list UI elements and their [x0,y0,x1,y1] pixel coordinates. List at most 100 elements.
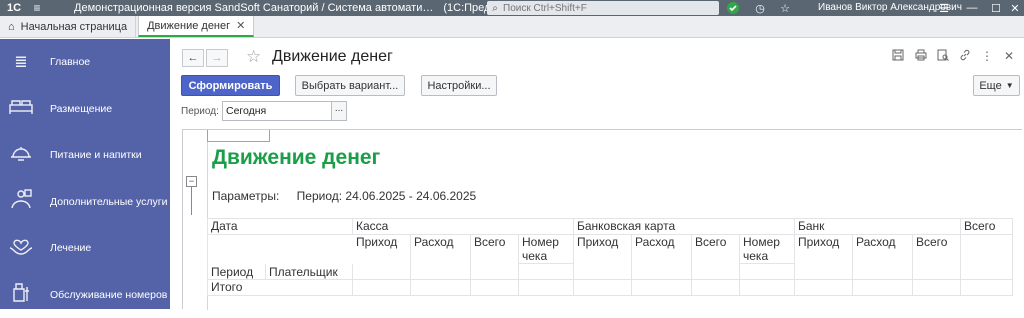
select-variant-button[interactable]: Выбрать вариант... [295,75,405,96]
settings-button[interactable]: Настройки... [421,75,497,96]
settings-menu-icon[interactable]: ☰ [935,0,953,16]
arrow-left-icon: ← [188,52,199,64]
app-logo: 1С [0,2,28,14]
more-actions-icon[interactable]: ⋮ [978,49,996,63]
group-bracket [191,187,192,215]
header-bank: Банк [795,219,961,235]
bed-icon [0,95,42,123]
header-cash-check-empty [519,264,574,280]
report-table: Дата Касса Банковская карта Банк Всего П… [207,218,1013,296]
cleaning-icon [0,281,42,309]
period-label: Период: [181,106,219,117]
header-card-check-empty [740,264,795,280]
header-card-expense: Расход [632,235,692,280]
header-cash-income: Приход [353,235,411,280]
header-card: Банковская карта [574,219,795,235]
notifications-icon[interactable] [724,0,742,16]
back-button[interactable]: ← [182,49,204,67]
favorites-star-icon[interactable]: ☆ [776,0,794,16]
header-bank-income: Приход [795,235,853,280]
table-cell [519,280,574,296]
header-bank-sum: Всего [913,235,961,280]
header-cash-expense: Расход [411,235,471,280]
window-title: Демонстрационная версия SandSoft Санатор… [74,2,433,14]
sidebar-item-label: Главное [50,56,90,68]
collapse-group-icon[interactable]: − [186,176,197,187]
table-cell [913,280,961,296]
form-title: Движение денег [272,48,393,66]
table-cell [795,280,853,296]
header-total: Всего [961,219,1013,235]
care-icon [0,234,42,262]
favorite-star-icon[interactable]: ☆ [246,47,261,67]
history-icon[interactable]: ◷ [751,0,769,16]
generate-button[interactable]: Сформировать [181,75,280,96]
close-icon[interactable]: ✕ [1006,0,1024,16]
sidebar-item-label: Обслуживание номеров [50,289,167,301]
forward-button[interactable]: → [206,49,228,67]
total-row: Итого [208,280,1013,296]
table-cell [853,280,913,296]
report-params: Параметры: Период: 24.06.2025 - 24.06.20… [212,189,476,203]
report-document[interactable]: − Движение денег Параметры: Период: 24.0… [182,129,1022,309]
header-period: Период [208,264,266,280]
header-cash-sum: Всего [471,235,519,280]
preview-icon[interactable] [934,49,952,64]
sidebar-item-label: Лечение [50,242,91,254]
more-label: Еще [979,80,1001,92]
search-input[interactable] [503,3,703,14]
tab-home[interactable]: ⌂ Начальная страница [0,16,136,37]
params-label: Параметры: [212,189,279,203]
close-tab-icon[interactable]: ✕ [236,19,245,32]
table-cell [632,280,692,296]
sidebar-item-food[interactable]: Питание и напитки [0,132,170,179]
sidebar-item-treatment[interactable]: Лечение [0,225,170,272]
table-cell [471,280,519,296]
maximize-icon[interactable]: ☐ [987,0,1005,16]
dish-icon [0,141,42,169]
tabs-bar: ⌂ Начальная страница Движение денег ✕ [0,16,1024,38]
sidebar-item-main[interactable]: ≣ Главное [0,39,170,86]
header-payer: Плательщик [266,264,353,280]
tab-label: Движение денег [147,20,230,32]
header-date: Дата [208,219,353,235]
minimize-icon[interactable]: — [963,0,981,16]
table-cell [740,280,795,296]
table-cell [961,280,1013,296]
period-field[interactable]: Сегодня [222,101,332,121]
close-form-icon[interactable]: ✕ [1000,49,1018,63]
sidebar-item-room-service[interactable]: Обслуживание номеров [0,272,170,318]
header-card-sum: Всего [692,235,740,280]
services-icon [0,188,42,216]
save-icon[interactable] [889,49,907,64]
link-icon[interactable] [956,49,974,64]
sidebar: ≣ Главное Размещение Питание и напитки Д… [0,39,170,309]
header-bank-expense: Расход [853,235,913,280]
header-card-income: Приход [574,235,632,280]
header-row-1: Дата Касса Банковская карта Банк Всего [208,219,1013,235]
sidebar-item-extra-services[interactable]: Дополнительные услуги [0,179,170,226]
header-total-empty [961,235,1013,280]
header-cash-check: Номер чека [519,235,574,264]
params-value: Период: 24.06.2025 - 24.06.2025 [297,189,477,203]
period-select-button[interactable]: ... [331,101,347,121]
sidebar-item-label: Дополнительные услуги [50,196,168,208]
sidebar-item-label: Размещение [50,103,112,115]
sidebar-item-accommodation[interactable]: Размещение [0,86,170,133]
table-cell [411,280,471,296]
hamburger-menu-icon[interactable]: ≡ [28,1,46,15]
active-cell [207,130,270,142]
home-icon: ⌂ [8,21,15,33]
global-search[interactable]: ⌕ [487,1,719,15]
more-button[interactable]: Еще ▼ [973,75,1020,96]
tab-label: Начальная страница [21,21,127,33]
sidebar-item-label: Питание и напитки [50,149,142,161]
tab-money-movement[interactable]: Движение денег ✕ [138,16,254,37]
table-cell [574,280,632,296]
header-empty [208,235,353,264]
table-cell [353,280,411,296]
print-icon[interactable] [912,49,930,64]
search-icon: ⌕ [487,3,503,14]
report-title: Движение денег [212,146,380,170]
dropdown-arrow-icon: ▼ [1006,81,1014,90]
